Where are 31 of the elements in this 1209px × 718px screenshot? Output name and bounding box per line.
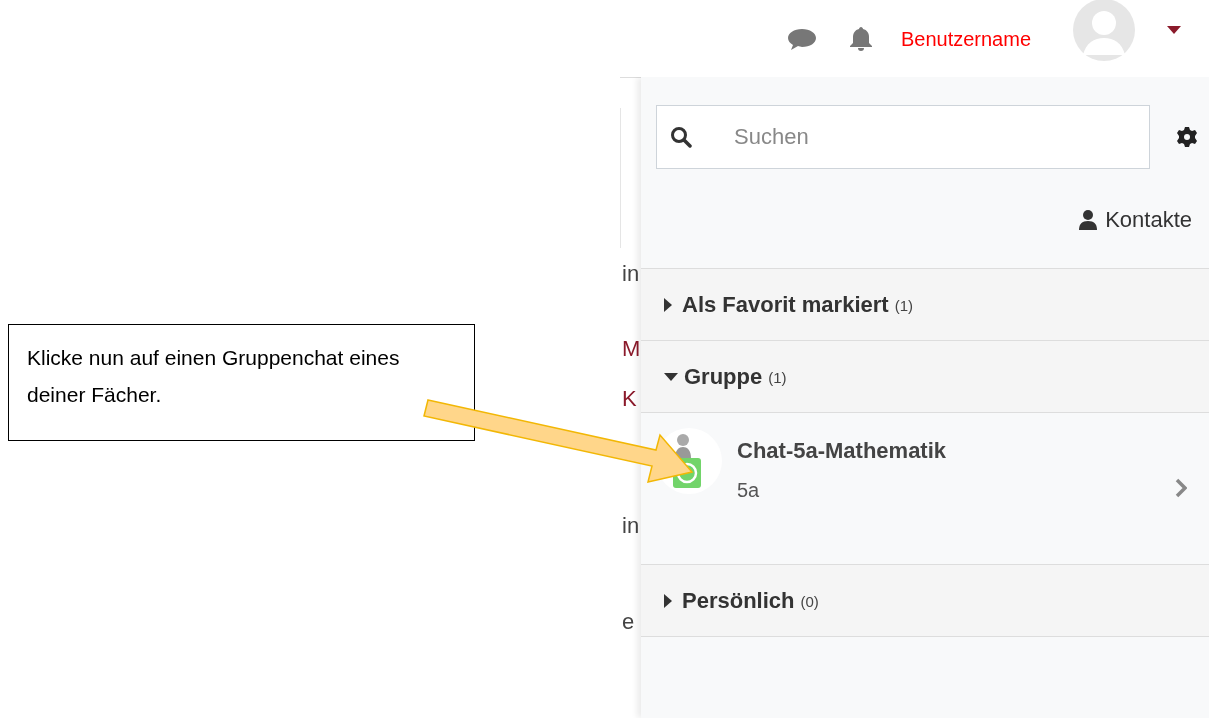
page-text-fragment: M: [622, 335, 641, 363]
section-header[interactable]: Persönlich (0): [641, 565, 1209, 637]
search-icon: [670, 126, 692, 148]
conversation-name: Chat-5a-Mathematik: [737, 437, 947, 465]
section-header[interactable]: Als Favorit markiert (1): [641, 269, 1209, 341]
page-text-fragment: e: [622, 608, 635, 636]
section-count: (1): [768, 367, 787, 388]
caret-right-icon: [664, 297, 672, 312]
section-title: Persönlich: [682, 587, 795, 615]
person-icon: [1079, 209, 1098, 230]
username-link[interactable]: Benutzername: [900, 23, 1031, 54]
chevron-right-icon: [1175, 478, 1187, 498]
page-text-fragment: in: [622, 512, 640, 540]
section-header[interactable]: Gruppe (1): [641, 341, 1209, 413]
caret-down-icon: [664, 372, 678, 381]
conversation-subtitle: 5a: [737, 478, 761, 503]
contacts-link[interactable]: Kontakte: [1079, 203, 1192, 236]
settings-icon[interactable]: [1177, 127, 1197, 147]
section-title: Gruppe: [684, 363, 763, 391]
annotation-text: Klicke nun auf einen Gruppenchat eines deiner Fächer.: [27, 345, 401, 408]
caret-right-icon: [664, 593, 672, 608]
section-title: Als Favorit markiert: [682, 291, 889, 319]
bell-icon[interactable]: [848, 25, 873, 52]
section-count: (1): [894, 295, 913, 316]
search-field[interactable]: Suchen: [656, 105, 1150, 169]
page-text-fragment: in: [622, 260, 640, 288]
chat-bubble-icon[interactable]: [786, 26, 817, 51]
page-text-fragment: K: [622, 385, 637, 413]
section-count: (0): [800, 591, 819, 612]
conversation-item[interactable]: Chat-5a-Mathematik 5a: [641, 413, 1209, 565]
caret-icon[interactable]: [1167, 25, 1181, 34]
